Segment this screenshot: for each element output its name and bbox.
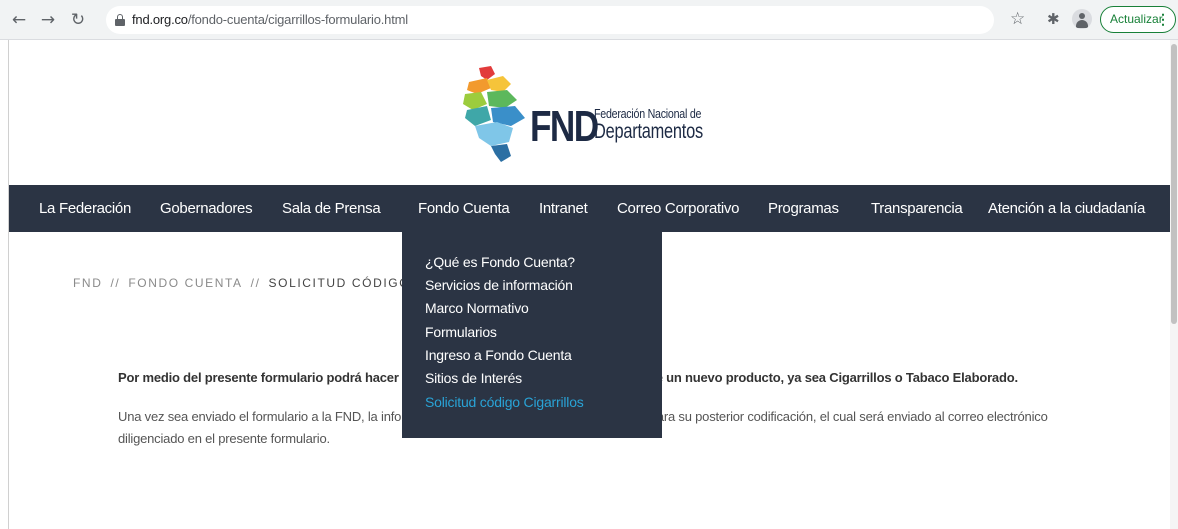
nav-item-programas[interactable]: Programas [768,200,839,217]
url-text[interactable]: fnd.org.co/fondo-cuenta/cigarrillos-form… [132,12,408,27]
star-icon[interactable]: ☆ [1010,9,1025,29]
nav-item-correo-corporativo[interactable]: Correo Corporativo [617,200,739,217]
breadcrumb-separator: // [110,276,121,290]
scrollbar-thumb[interactable] [1171,44,1177,324]
logo-line-1: Federación Nacional de [594,106,702,121]
web-page: FND Federación Nacional de Departamentos… [8,40,1171,529]
nav-item-fondo-cuenta[interactable]: Fondo Cuenta [418,200,510,217]
nav-item-gobernadores[interactable]: Gobernadores [160,200,253,217]
nav-item-transparencia[interactable]: Transparencia [871,200,963,217]
dropdown-item-que-es-fondo-cuenta[interactable]: ¿Qué es Fondo Cuenta? [425,254,575,270]
logo-acronym: FND [530,102,599,151]
dropdown-item-solicitud-codigo-cigarrillos[interactable]: Solicitud código Cigarrillos [425,394,584,410]
profile-icon[interactable] [1072,9,1092,29]
nav-item-la-federacion[interactable]: La Federación [39,200,131,217]
page-scrollbar[interactable] [1170,40,1178,529]
update-button[interactable]: Actualizar ⋮ [1100,6,1176,33]
nav-item-sala-de-prensa[interactable]: Sala de Prensa [282,200,381,217]
dropdown-item-sitios-interes[interactable]: Sitios de Interés [425,370,522,386]
fnd-logo[interactable]: FND Federación Nacional de Departamentos [457,64,717,164]
lock-icon[interactable] [115,14,125,26]
dropdown-item-ingreso-fondo-cuenta[interactable]: Ingreso a Fondo Cuenta [425,347,572,363]
colombia-map-icon [463,66,525,162]
dropdown-item-marco-normativo[interactable]: Marco Normativo [425,300,529,316]
puzzle-icon[interactable]: ✱ [1047,10,1060,28]
dropdown-item-formularios[interactable]: Formularios [425,324,497,340]
address-bar[interactable]: fnd.org.co/fondo-cuenta/cigarrillos-form… [106,6,994,34]
nav-item-intranet[interactable]: Intranet [539,200,588,217]
reload-icon[interactable]: ↻ [67,9,89,31]
nav-item-atencion-ciudadania[interactable]: Atención a la ciudadanía [988,200,1145,217]
fondo-cuenta-dropdown: ¿Qué es Fondo Cuenta? Servicios de infor… [402,232,662,438]
menu-dots-icon[interactable]: ⋮ [1156,7,1170,32]
breadcrumb-item-fondo-cuenta[interactable]: FONDO CUENTA [128,276,242,290]
dropdown-item-servicios-informacion[interactable]: Servicios de información [425,277,573,293]
back-arrow-icon[interactable]: ← [8,9,30,31]
logo-line-2: Departamentos [594,120,703,143]
breadcrumb-separator: // [250,276,261,290]
main-nav: La Federación Gobernadores Sala de Prens… [9,185,1171,232]
breadcrumb-item-fnd[interactable]: FND [73,276,102,290]
forward-arrow-icon[interactable]: → [37,9,59,31]
browser-toolbar: ← → ↻ fnd.org.co/fondo-cuenta/cigarrillo… [0,0,1178,40]
